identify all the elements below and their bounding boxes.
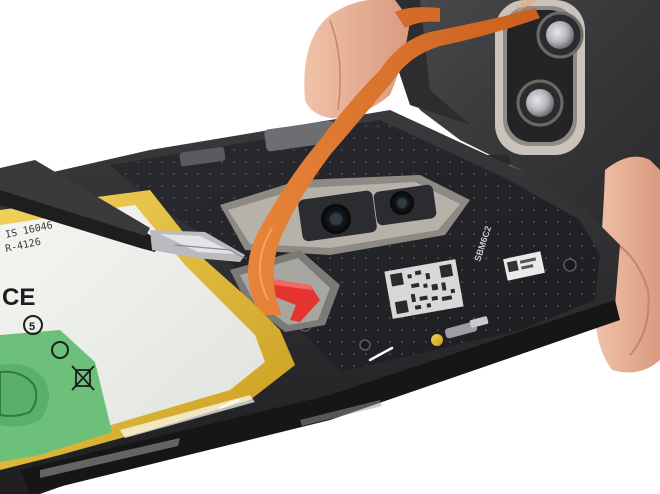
phone-teardown-photo: SBM6C2 SBM6C2 CE <box>0 0 660 494</box>
svg-text:5: 5 <box>29 321 35 333</box>
screw <box>359 339 371 351</box>
ce-mark: CE <box>2 284 35 311</box>
screw <box>563 258 577 272</box>
crossed-bin-icon <box>71 365 95 391</box>
